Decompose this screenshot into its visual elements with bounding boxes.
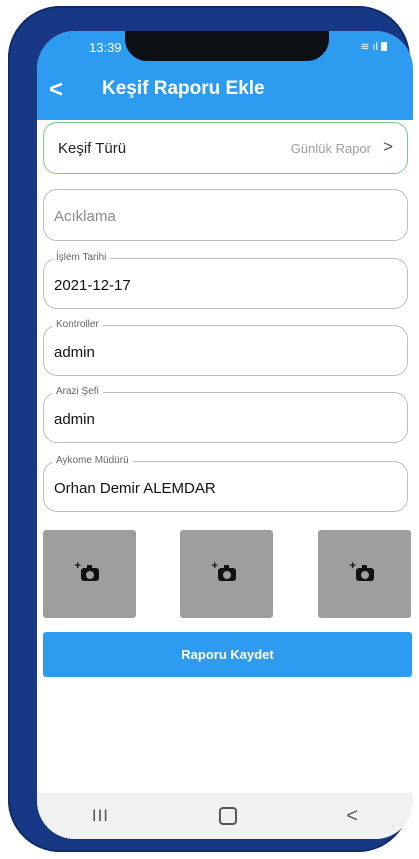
islem-tarihi-value: 2021-12-17 bbox=[54, 277, 131, 294]
aykome-muduru-value: Orhan Demir ALEMDAR bbox=[54, 480, 216, 497]
status-icons: ≋ ıl bbox=[360, 40, 387, 53]
battery-icon bbox=[381, 42, 387, 51]
camera-notch bbox=[125, 31, 329, 61]
aciklama-input[interactable]: Acıklama bbox=[43, 189, 408, 241]
app-bar: 13:39 ≋ ıl < Keşif Raporu Ekle bbox=[37, 31, 413, 120]
aykome-muduru-field[interactable]: Aykome Müdürü Orhan Demir ALEMDAR bbox=[43, 455, 408, 512]
kontroller-label: Kontroller bbox=[52, 319, 103, 330]
kesif-turu-selector[interactable]: Keşif Türü Günlük Rapor > bbox=[43, 122, 408, 174]
recents-icon[interactable]: III bbox=[92, 806, 109, 826]
back-icon[interactable]: < bbox=[49, 78, 63, 102]
page-title: Keşif Raporu Ekle bbox=[102, 78, 265, 99]
aciklama-placeholder: Acıklama bbox=[54, 208, 116, 225]
system-nav-bar: III < bbox=[37, 793, 413, 839]
wifi-icon: ≋ bbox=[360, 41, 370, 53]
kontroller-field[interactable]: Kontroller admin bbox=[43, 319, 408, 376]
add-photo-icon: + bbox=[212, 560, 236, 581]
phone-frame: 13:39 ≋ ıl < Keşif Raporu Ekle Keşif Tür… bbox=[8, 6, 413, 852]
add-photo-icon: + bbox=[350, 560, 374, 581]
chevron-right-icon: > bbox=[383, 137, 393, 156]
home-icon[interactable] bbox=[218, 807, 237, 825]
add-photo-icon: + bbox=[75, 560, 99, 581]
kesif-turu-label: Keşif Türü bbox=[58, 140, 127, 157]
add-photo-button-3[interactable]: + bbox=[318, 530, 411, 618]
kesif-turu-value: Günlük Rapor bbox=[290, 141, 371, 156]
arazi-sefi-field[interactable]: Arazi Şefi admin bbox=[43, 386, 408, 443]
islem-tarihi-field[interactable]: İşlem Tarihi 2021-12-17 bbox=[43, 252, 408, 309]
arazi-sefi-label: Arazi Şefi bbox=[52, 386, 103, 397]
islem-tarihi-label: İşlem Tarihi bbox=[52, 252, 111, 263]
add-photo-button-2[interactable]: + bbox=[180, 530, 273, 618]
nav-back-icon[interactable]: < bbox=[346, 805, 358, 828]
status-time: 13:39 bbox=[89, 40, 122, 55]
screen: 13:39 ≋ ıl < Keşif Raporu Ekle Keşif Tür… bbox=[37, 31, 413, 839]
aykome-muduru-label: Aykome Müdürü bbox=[52, 455, 133, 466]
save-report-button[interactable]: Raporu Kaydet bbox=[43, 632, 412, 677]
add-photo-button-1[interactable]: + bbox=[43, 530, 136, 618]
signal-icon: ıl bbox=[372, 40, 379, 53]
arazi-sefi-value: admin bbox=[54, 411, 95, 428]
kontroller-value: admin bbox=[54, 344, 95, 361]
